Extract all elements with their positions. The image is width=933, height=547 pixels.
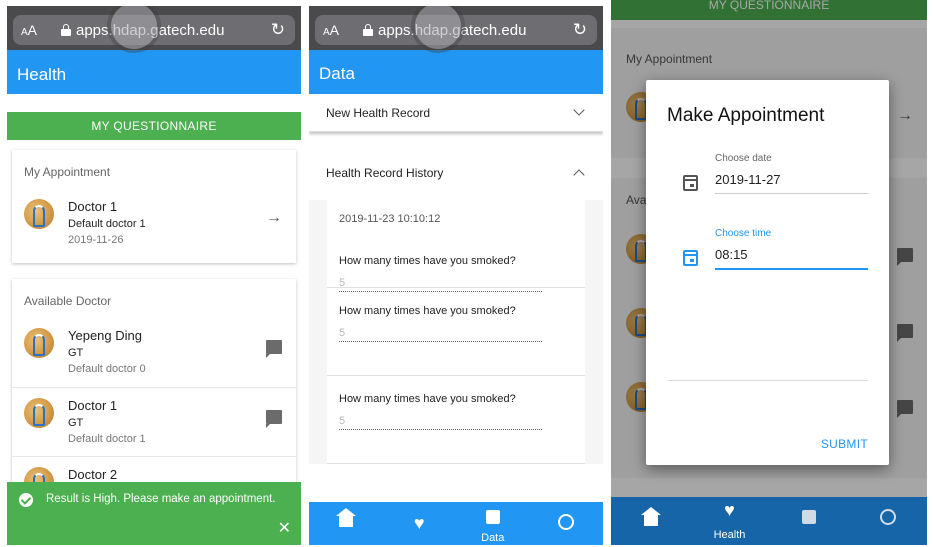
smile-icon xyxy=(879,509,896,525)
reload-icon[interactable]: ↻ xyxy=(573,20,587,40)
doctor-name: Doctor 1 xyxy=(68,199,118,214)
my-appointment-card: My Appointment Doctor 1 Default doctor 1… xyxy=(12,150,296,263)
bottom-nav: ♥ Data xyxy=(309,502,603,545)
doctor-desc: Default doctor 1 xyxy=(68,218,146,230)
time-label: Choose time xyxy=(715,228,772,239)
chart-icon xyxy=(801,510,816,524)
app-title: Data xyxy=(309,50,603,94)
chat-icon[interactable] xyxy=(266,340,282,358)
nav-health[interactable]: ♥ xyxy=(383,502,457,545)
url-text: apps.hdap.gatech.edu xyxy=(76,22,271,39)
my-appointment-title: My Appointment xyxy=(24,165,111,179)
doctor-name: Doctor 1 xyxy=(68,398,118,413)
appointment-item[interactable]: Doctor 1 Default doctor 1 2019-11-26 → xyxy=(12,189,296,258)
panel-label: Health Record History xyxy=(326,166,444,180)
check-circle-icon xyxy=(19,493,33,507)
nav-health-label: Health xyxy=(713,529,746,541)
doctor-org: GT xyxy=(68,347,84,359)
available-doctor-card: Available Doctor Yepeng Ding GT Default … xyxy=(12,279,296,499)
date-label: Choose date xyxy=(715,153,772,164)
doctor-desc: Default doctor 1 xyxy=(68,433,146,445)
nav-home[interactable] xyxy=(309,502,383,545)
doctor-name: Yepeng Ding xyxy=(68,328,142,343)
record-timestamp: 2019-11-23 10:10:12 xyxy=(339,213,441,225)
doctor-list-item[interactable]: Yepeng Ding GT Default doctor 0 xyxy=(12,318,296,387)
lock-icon xyxy=(363,24,373,36)
text-size-button[interactable]: AA xyxy=(323,22,363,38)
home-icon xyxy=(335,508,356,527)
date-value[interactable]: 2019-11-27 xyxy=(715,164,868,194)
app-title: Health xyxy=(7,50,301,94)
chevron-down-icon[interactable] xyxy=(573,104,585,116)
reload-icon[interactable]: ↻ xyxy=(271,20,285,40)
doctor-list-item[interactable]: Doctor 1 GT Default doctor 1 xyxy=(12,387,296,456)
available-doctor-title: Available Doctor xyxy=(24,294,112,308)
nav-data-label: Data xyxy=(481,532,505,544)
nav-home[interactable] xyxy=(611,497,690,545)
nav-data[interactable]: Data xyxy=(456,502,530,545)
home-icon xyxy=(640,507,661,526)
calendar-icon xyxy=(683,250,698,266)
my-questionnaire-button[interactable]: MY QUESTIONNAIRE xyxy=(7,112,301,140)
chat-icon[interactable] xyxy=(266,410,282,428)
doctor-org: GT xyxy=(68,417,84,429)
chart-icon xyxy=(485,510,500,524)
appointment-date: 2019-11-26 xyxy=(68,234,124,246)
doctor-desc: Default doctor 0 xyxy=(68,363,146,375)
history-record: 2019-11-23 10:10:12 How many times have … xyxy=(327,200,585,292)
health-screen: AA apps.hdap.gatech.edu ↻ Health MY QUES… xyxy=(7,6,301,545)
chevron-up-icon[interactable] xyxy=(573,169,585,181)
heart-icon: ♥ xyxy=(413,513,425,533)
history-records: 2019-11-23 10:10:12 How many times have … xyxy=(327,200,585,464)
make-appointment-dialog: Make Appointment Choose date 2019-11-27 … xyxy=(646,80,889,465)
smile-icon xyxy=(558,514,575,530)
record-question: How many times have you smoked? xyxy=(339,393,516,405)
time-value[interactable]: 08:15 xyxy=(715,239,868,270)
text-size-button[interactable]: AA xyxy=(21,22,61,38)
doctor-avatar xyxy=(24,328,54,358)
toast-message: Result is High. Please make an appointme… xyxy=(46,493,276,505)
nav-profile[interactable] xyxy=(530,502,604,545)
nav-profile[interactable] xyxy=(848,497,927,545)
new-health-record-panel[interactable]: New Health Record xyxy=(309,94,603,132)
doctor-avatar xyxy=(24,199,54,229)
bottom-nav: ♥ Health xyxy=(611,497,927,545)
calendar-icon xyxy=(683,175,698,191)
doctor-avatar xyxy=(24,398,54,428)
history-panel-header[interactable]: Health Record History xyxy=(309,146,603,200)
submit-button[interactable]: SUBMIT xyxy=(821,437,868,451)
choose-date-field[interactable]: Choose date 2019-11-27 xyxy=(715,153,868,194)
doctor-name: Doctor 2 xyxy=(68,467,118,482)
health-record-history-panel: Health Record History 2019-11-23 10:10:1… xyxy=(309,146,603,464)
appointment-dialog-screen: MY QUESTIONNAIRE My Appointment → Ava Ma… xyxy=(611,0,927,545)
history-record: How many times have you smoked? 5 xyxy=(327,288,585,376)
nav-data[interactable] xyxy=(769,497,848,545)
record-answer: 5 xyxy=(339,415,542,430)
panel-label: New Health Record xyxy=(326,106,431,120)
lock-icon xyxy=(61,24,71,36)
divider xyxy=(667,380,868,381)
choose-time-field[interactable]: Choose time 08:15 xyxy=(715,228,868,270)
record-question: How many times have you smoked? xyxy=(339,255,516,267)
record-question: How many times have you smoked? xyxy=(339,305,516,317)
arrow-right-icon[interactable]: → xyxy=(266,209,282,227)
heart-icon: ♥ xyxy=(724,500,735,520)
record-answer: 5 xyxy=(339,327,542,342)
close-icon[interactable]: ✕ xyxy=(278,518,291,538)
history-record: How many times have you smoked? 5 xyxy=(327,376,585,464)
dialog-title: Make Appointment xyxy=(667,105,825,126)
browser-bar: AA apps.hdap.gatech.edu ↻ xyxy=(309,6,603,50)
browser-bar: AA apps.hdap.gatech.edu ↻ xyxy=(7,6,301,50)
result-toast: Result is High. Please make an appointme… xyxy=(7,482,301,545)
url-text: apps.hdap.gatech.edu xyxy=(378,22,573,39)
nav-health[interactable]: ♥ Health xyxy=(690,497,769,545)
data-screen: AA apps.hdap.gatech.edu ↻ Data New Healt… xyxy=(309,6,603,545)
